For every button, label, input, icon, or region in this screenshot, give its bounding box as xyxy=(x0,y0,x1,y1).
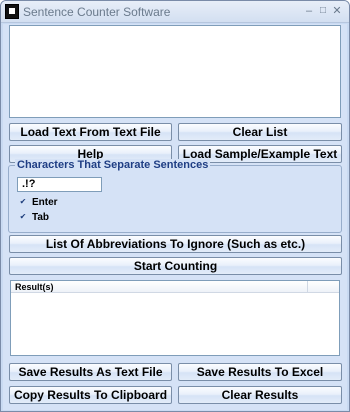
close-button[interactable]: ✕ xyxy=(330,4,344,18)
copy-clipboard-button[interactable]: Copy Results To Clipboard xyxy=(9,386,172,404)
tab-check-icon: ✔ xyxy=(19,212,27,221)
start-counting-button[interactable]: Start Counting xyxy=(9,257,342,275)
separator-chars-input[interactable]: .!? xyxy=(17,177,102,192)
client-area: Load Text From Text File Clear List Help… xyxy=(3,24,347,410)
results-list[interactable]: Result(s) xyxy=(10,280,340,356)
clear-results-button[interactable]: Clear Results xyxy=(178,386,342,404)
results-header: Result(s) xyxy=(11,281,339,293)
enter-checkbox-label: Enter xyxy=(32,197,58,208)
minimize-button[interactable]: – xyxy=(302,4,316,18)
window-title: Sentence Counter Software xyxy=(23,5,171,19)
input-text-area[interactable] xyxy=(9,25,341,118)
save-excel-button[interactable]: Save Results To Excel xyxy=(178,363,342,381)
results-column-header[interactable]: Result(s) xyxy=(15,281,54,293)
clear-list-button[interactable]: Clear List xyxy=(178,123,342,141)
load-text-button[interactable]: Load Text From Text File xyxy=(9,123,172,141)
title-bar[interactable]: Sentence Counter Software – □ ✕ xyxy=(1,1,349,23)
app-icon xyxy=(5,4,19,19)
app-window: Sentence Counter Software – □ ✕ Load Tex… xyxy=(0,0,350,412)
tab-checkbox-label: Tab xyxy=(32,212,50,223)
column-divider[interactable] xyxy=(307,281,308,292)
enter-check-icon: ✔ xyxy=(19,197,27,206)
separator-group-legend: Characters That Separate Sentences xyxy=(15,159,211,171)
maximize-button[interactable]: □ xyxy=(316,4,330,18)
save-text-button[interactable]: Save Results As Text File xyxy=(9,363,172,381)
abbreviations-button[interactable]: List Of Abbreviations To Ignore (Such as… xyxy=(9,235,342,253)
separator-group: Characters That Separate Sentences .!? ✔… xyxy=(8,159,342,233)
